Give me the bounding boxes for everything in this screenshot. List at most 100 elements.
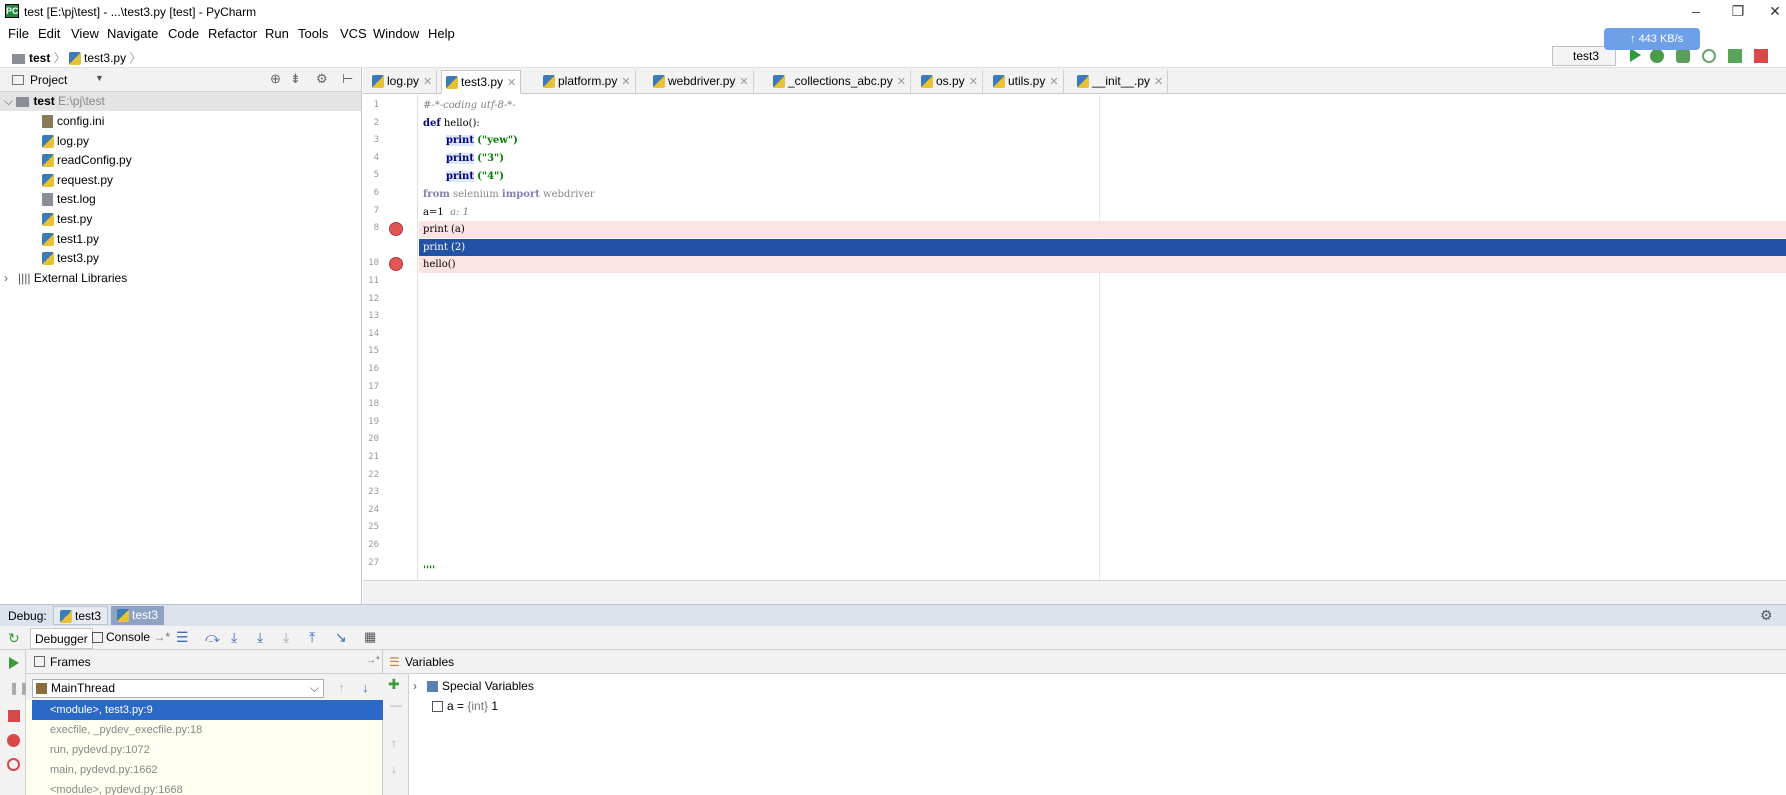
- line-number: 8: [373, 223, 379, 234]
- upload-arrow-icon: ↑: [1630, 33, 1639, 45]
- tree-file-test1[interactable]: test1.py: [42, 230, 99, 249]
- stop-icon[interactable]: [8, 710, 20, 722]
- tree-file-config[interactable]: config.ini: [42, 112, 104, 131]
- close-tab-icon[interactable]: ✕: [1154, 76, 1163, 88]
- folder-icon: [16, 96, 30, 107]
- close-tab-icon[interactable]: ✕: [739, 76, 748, 88]
- breakpoint-icon[interactable]: [389, 257, 403, 271]
- frame-item[interactable]: main, pydevd.py:1662: [32, 760, 383, 780]
- menu-help[interactable]: Help: [428, 26, 455, 41]
- step-into-my-code-icon[interactable]: ⤓: [257, 629, 263, 646]
- project-view-select[interactable]: Project: [30, 73, 67, 87]
- code-editor[interactable]: [419, 95, 1786, 580]
- move-up-icon[interactable]: ↑: [391, 736, 397, 750]
- tab-os-py[interactable]: os.py ✕: [917, 70, 983, 94]
- variable-row[interactable]: a = {int} 1: [432, 697, 498, 715]
- tab-init-py[interactable]: __init__.py ✕: [1073, 70, 1169, 94]
- run-to-cursor-icon[interactable]: ↘: [335, 629, 347, 646]
- tree-file-test-log[interactable]: test.log: [42, 190, 96, 209]
- special-variables-row[interactable]: › Special Variables: [413, 677, 534, 695]
- debug-session-tab-1[interactable]: test3: [53, 606, 109, 625]
- close-tab-icon[interactable]: ✕: [969, 76, 978, 88]
- debug-session-tab-2[interactable]: test3: [111, 606, 165, 625]
- close-tab-icon[interactable]: ✕: [897, 76, 906, 88]
- force-step-into-icon[interactable]: ⤓: [283, 629, 289, 646]
- profile-icon[interactable]: [1702, 49, 1716, 63]
- move-down-icon[interactable]: ↓: [391, 762, 397, 776]
- close-button[interactable]: ✕: [1757, 1, 1786, 21]
- mute-breakpoints-icon[interactable]: [7, 758, 20, 771]
- tree-file-readconfig[interactable]: readConfig.py: [42, 151, 132, 170]
- show-execution-point-icon[interactable]: ☰: [176, 629, 189, 646]
- library-icon: ||||: [18, 271, 34, 285]
- breadcrumb-project[interactable]: test: [29, 51, 50, 65]
- resume-icon[interactable]: [9, 657, 19, 669]
- editor-horizontal-scrollbar[interactable]: [363, 580, 1786, 604]
- close-tab-icon[interactable]: ✕: [621, 76, 630, 88]
- tree-external-libraries[interactable]: › |||| External Libraries: [4, 269, 127, 288]
- frame-item[interactable]: execfile, _pydev_execfile.py:18: [32, 720, 383, 740]
- tree-root[interactable]: ⌵ test E:\pj\test: [0, 92, 361, 111]
- tree-file-log-py[interactable]: log.py: [42, 132, 89, 151]
- run-icon[interactable]: [1630, 48, 1641, 62]
- gear-icon[interactable]: ⚙: [316, 71, 328, 87]
- breakpoint-icon[interactable]: [389, 222, 403, 236]
- frame-item[interactable]: run, pydevd.py:1072: [32, 740, 383, 760]
- debug-icon[interactable]: [1650, 49, 1664, 63]
- frame-item-active[interactable]: <module>, test3.py:9: [32, 700, 383, 720]
- menu-tools[interactable]: Tools: [298, 26, 328, 41]
- restore-button[interactable]: ❐: [1720, 1, 1756, 21]
- collapse-all-icon[interactable]: ⇟: [290, 71, 301, 87]
- frame-item[interactable]: <module>, pydevd.py:1668: [32, 780, 383, 795]
- tab-collections-abc-py[interactable]: _collections_abc.py ✕: [769, 70, 911, 94]
- menu-view[interactable]: View: [71, 26, 99, 41]
- minimize-button[interactable]: –: [1678, 1, 1714, 21]
- step-over-icon[interactable]: ⤼: [205, 629, 220, 646]
- breadcrumb-file[interactable]: test3.py: [84, 51, 126, 65]
- next-frame-icon[interactable]: ↓: [362, 680, 369, 695]
- coverage-icon[interactable]: [1676, 49, 1690, 63]
- close-tab-icon[interactable]: ✕: [423, 76, 432, 88]
- menu-edit[interactable]: Edit: [38, 26, 60, 41]
- concurrency-icon[interactable]: [1728, 49, 1742, 63]
- tab-test3-py[interactable]: test3.py ✕: [441, 70, 522, 94]
- menu-navigate[interactable]: Navigate: [107, 26, 158, 41]
- tree-file-test3[interactable]: test3.py: [42, 249, 99, 268]
- menu-refactor[interactable]: Refactor: [208, 26, 257, 41]
- close-tab-icon[interactable]: ✕: [507, 77, 516, 89]
- previous-frame-icon[interactable]: ↑: [338, 680, 345, 695]
- line-number: 3: [373, 135, 379, 146]
- menu-code[interactable]: Code: [168, 26, 199, 41]
- menu-file[interactable]: File: [8, 26, 29, 41]
- dropdown-arrow-icon[interactable]: ▼: [95, 73, 104, 83]
- rerun-icon[interactable]: ↻: [8, 630, 20, 647]
- menu-window[interactable]: Window: [373, 26, 419, 41]
- python-file-icon: [42, 174, 54, 188]
- step-out-icon[interactable]: ⤒: [309, 629, 315, 646]
- view-breakpoints-icon[interactable]: [7, 734, 20, 747]
- thread-select[interactable]: MainThread ⌵: [32, 679, 324, 698]
- tab-webdriver-py[interactable]: webdriver.py ✕: [649, 70, 754, 94]
- stop-icon[interactable]: [1754, 49, 1768, 63]
- thread-name: MainThread: [51, 681, 116, 695]
- tab-platform-py[interactable]: platform.py ✕: [539, 70, 636, 94]
- close-tab-icon[interactable]: ✕: [1049, 76, 1058, 88]
- gear-icon[interactable]: ⚙: [1760, 607, 1773, 624]
- menu-vcs[interactable]: VCS: [340, 26, 367, 41]
- keyword: import: [501, 189, 540, 200]
- tab-debugger[interactable]: Debugger: [30, 628, 93, 649]
- menu-run[interactable]: Run: [265, 26, 289, 41]
- tab-utils-py[interactable]: utils.py ✕: [989, 70, 1064, 94]
- tree-file-request[interactable]: request.py: [42, 171, 113, 190]
- pin-arrow-icon[interactable]: →*: [366, 655, 380, 666]
- step-into-icon[interactable]: ⤓: [231, 629, 237, 646]
- remove-watch-icon[interactable]: —: [390, 698, 402, 712]
- scroll-from-source-icon[interactable]: ⊕: [270, 71, 281, 87]
- new-watch-icon[interactable]: ✚: [388, 676, 400, 693]
- hide-panel-icon[interactable]: ⊢: [342, 71, 353, 87]
- tree-file-test-py[interactable]: test.py: [42, 210, 92, 229]
- debug-label: Debug:: [8, 609, 47, 623]
- evaluate-expression-icon[interactable]: ▦: [364, 629, 376, 645]
- tab-log-py[interactable]: log.py ✕: [368, 70, 438, 94]
- tab-console[interactable]: Console →*: [92, 630, 170, 644]
